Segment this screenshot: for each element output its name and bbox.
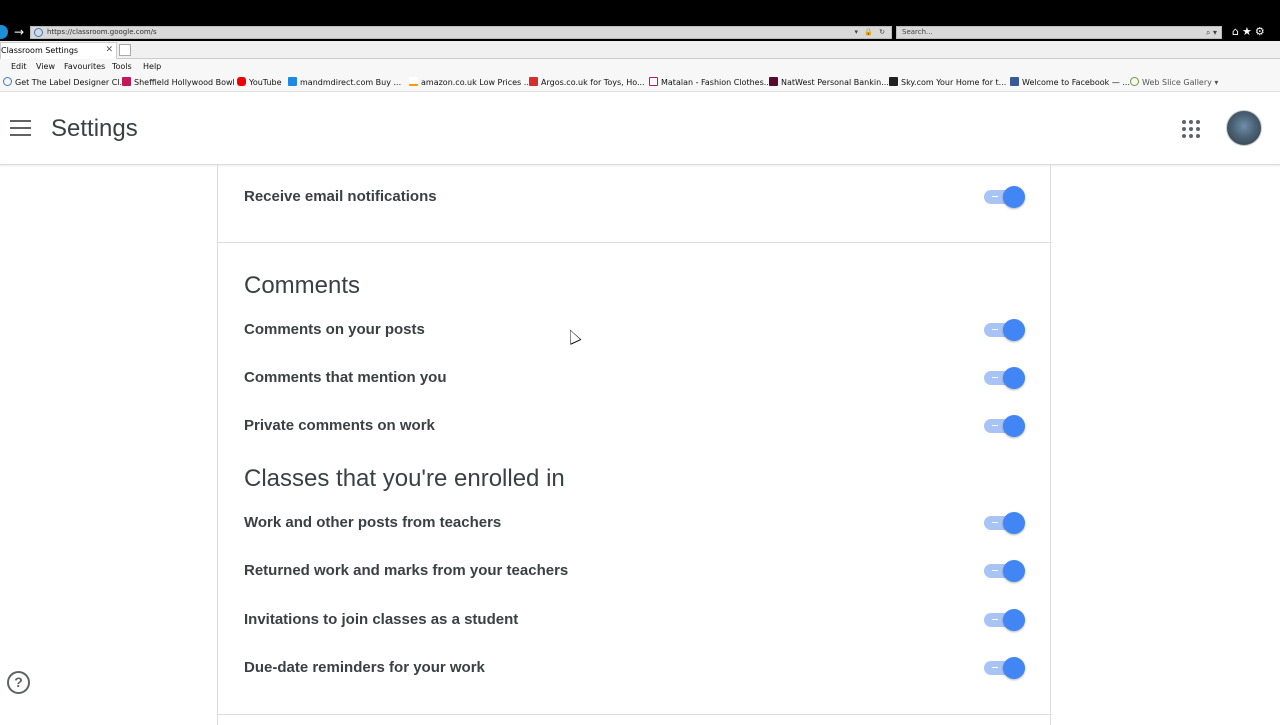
menu-tools[interactable]: Tools (112, 60, 132, 73)
main-menu-icon[interactable] (10, 120, 31, 136)
search-icon[interactable]: ⌕ ▾ (1206, 27, 1217, 38)
fav-item[interactable]: mandmdirect.com Buy ... (288, 77, 401, 89)
section-divider (217, 714, 1051, 715)
app-header: Settings (0, 93, 1280, 165)
section-title-comments: Comments (244, 272, 361, 299)
toggle-returned-work[interactable] (984, 559, 1026, 583)
fav-item[interactable]: Matalan - Fashion Clothes... (649, 77, 771, 89)
setting-label-email: Receive email notifications (244, 188, 437, 205)
toggle-invitations[interactable] (984, 608, 1026, 632)
fav-item[interactable]: amazon.co.uk Low Prices ... (409, 77, 531, 89)
fav-item[interactable]: NatWest Personal Bankin... (769, 77, 889, 89)
page-favicon-icon (34, 28, 43, 37)
page-title: Settings (51, 115, 138, 142)
menu-edit[interactable]: Edit (11, 60, 27, 73)
search-placeholder: Search... (902, 28, 933, 36)
ie-page-icon (3, 77, 12, 86)
fav-item[interactable]: Sheffield Hollywood Bowl (122, 77, 235, 89)
section-title-enrolled: Classes that you're enrolled in (244, 465, 565, 492)
mandm-icon (288, 77, 297, 86)
toggle-comments-mention[interactable] (984, 366, 1026, 390)
fav-item[interactable]: Get The Label Designer Cl... (3, 77, 127, 89)
setting-label-due-date: Due-date reminders for your work (244, 659, 485, 676)
tab-title: Classroom Settings (1, 46, 79, 55)
fav-item[interactable]: Welcome to Facebook — ... (1010, 77, 1130, 89)
back-button[interactable] (0, 25, 8, 39)
help-icon[interactable]: ? (7, 671, 30, 694)
toggle-comments-posts[interactable] (984, 318, 1026, 342)
close-icon[interactable]: ✕ (105, 43, 113, 58)
section-divider (217, 242, 1051, 243)
fav-item[interactable]: Web Slice Gallery ▾ (1130, 77, 1218, 89)
setting-label-returned-work: Returned work and marks from your teache… (244, 562, 569, 579)
window-top-bar (0, 0, 1280, 24)
tab-classroom-settings[interactable]: Classroom Settings ✕ (0, 42, 117, 59)
menu-favourites[interactable]: Favourites (64, 60, 105, 73)
sky-icon (889, 77, 898, 86)
favourites-bar: Get The Label Designer Cl... Sheffield H… (0, 74, 1280, 92)
amazon-icon (409, 77, 418, 86)
menu-view[interactable]: View (36, 60, 55, 73)
settings-card (217, 165, 1051, 725)
tab-strip: Classroom Settings ✕ (0, 41, 1280, 59)
toggle-due-date-reminders[interactable] (984, 656, 1026, 680)
natwest-icon (769, 77, 778, 86)
setting-label-work-posts: Work and other posts from teachers (244, 514, 502, 531)
youtube-icon (237, 77, 246, 86)
setting-label-comments-mention: Comments that mention you (244, 369, 447, 386)
setting-label-invitations: Invitations to join classes as a student (244, 611, 519, 628)
web-slice-icon (1130, 77, 1139, 86)
address-row: → https://classroom.google.com/s ▾ 🔒 ↻ S… (0, 24, 1280, 41)
facebook-icon (1010, 77, 1019, 86)
setting-label-private-comments: Private comments on work (244, 417, 435, 434)
address-url: https://classroom.google.com/s (47, 28, 157, 36)
toggle-email-notifications[interactable] (984, 185, 1026, 209)
new-tab-button[interactable] (119, 44, 131, 56)
menu-help[interactable]: Help (143, 60, 161, 73)
forward-button[interactable]: → (12, 24, 26, 40)
address-bar-icons[interactable]: ▾ 🔒 ↻ (854, 27, 887, 38)
fav-item[interactable]: YouTube (237, 77, 282, 89)
home-icon[interactable]: ⌂ (1232, 25, 1242, 38)
argos-icon (529, 77, 538, 86)
address-bar[interactable]: https://classroom.google.com/s ▾ 🔒 ↻ (30, 26, 892, 39)
fav-item[interactable]: Argos.co.uk for Toys, Ho... (529, 77, 645, 89)
toggle-work-posts[interactable] (984, 511, 1026, 535)
google-apps-icon[interactable] (1182, 120, 1200, 138)
browser-toolbar-icons: ⌂★⚙ (1232, 24, 1280, 41)
search-box[interactable]: Search... ⌕ ▾ (896, 26, 1222, 39)
toggle-private-comments[interactable] (984, 414, 1026, 438)
fav-item[interactable]: Sky.com Your Home for t... (889, 77, 1006, 89)
setting-label-comments-posts: Comments on your posts (244, 321, 425, 338)
bowling-icon (122, 77, 131, 86)
matalan-icon (649, 77, 658, 86)
gear-icon[interactable]: ⚙ (1255, 25, 1268, 38)
avatar[interactable] (1226, 110, 1262, 146)
favourites-star-icon[interactable]: ★ (1242, 25, 1255, 38)
menu-bar: Edit View Favourites Tools Help (0, 59, 1280, 74)
